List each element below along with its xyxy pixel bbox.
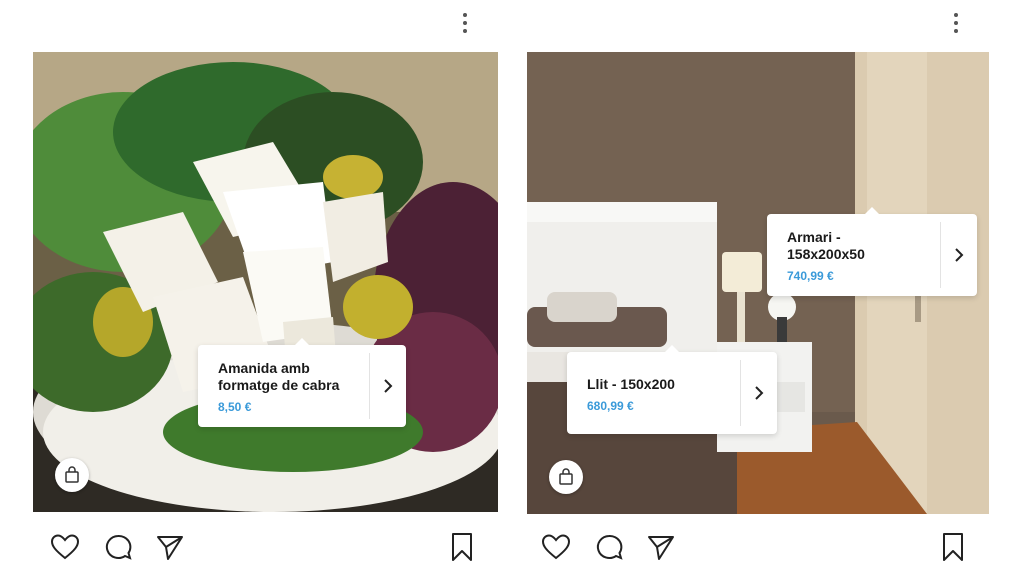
product-tag-wardrobe[interactable]: Armari - 158x200x50 740,99 € xyxy=(767,207,977,296)
heart-icon[interactable] xyxy=(48,530,82,564)
send-icon[interactable] xyxy=(644,530,678,564)
product-name: Llit - 150x200 xyxy=(587,375,675,392)
chevron-right-icon[interactable] xyxy=(369,353,406,419)
product-price: 8,50 € xyxy=(218,400,252,414)
product-name: Armari - 158x200x50 xyxy=(787,229,865,262)
post-actions xyxy=(33,530,503,566)
post-bedroom: Armari - 158x200x50 740,99 € Llit - 150x… xyxy=(527,0,1007,576)
more-options-icon[interactable] xyxy=(944,8,968,38)
heart-icon[interactable] xyxy=(539,530,573,564)
shopping-bag-icon[interactable] xyxy=(55,458,89,492)
chevron-right-icon[interactable] xyxy=(740,360,777,426)
comment-icon[interactable] xyxy=(592,530,626,564)
comment-icon[interactable] xyxy=(101,530,135,564)
post-actions xyxy=(527,530,997,566)
shopping-bag-icon[interactable] xyxy=(549,460,583,494)
send-icon[interactable] xyxy=(153,530,187,564)
product-price: 680,99 € xyxy=(587,398,634,413)
chevron-right-icon[interactable] xyxy=(940,222,977,288)
product-price: 740,99 € xyxy=(787,269,834,283)
post-salad: Amanida amb formatge de cabra 8,50 € xyxy=(33,0,513,576)
product-name: Amanida amb formatge de cabra xyxy=(218,360,340,393)
bookmark-icon[interactable] xyxy=(936,530,970,564)
post-image-salad: Amanida amb formatge de cabra 8,50 € xyxy=(33,52,498,512)
product-tag-salad[interactable]: Amanida amb formatge de cabra 8,50 € xyxy=(198,338,406,427)
product-tag-bed[interactable]: Llit - 150x200 680,99 € xyxy=(567,345,777,434)
post-image-bedroom: Armari - 158x200x50 740,99 € Llit - 150x… xyxy=(527,52,989,514)
bookmark-icon[interactable] xyxy=(445,530,479,564)
more-options-icon[interactable] xyxy=(453,8,477,38)
